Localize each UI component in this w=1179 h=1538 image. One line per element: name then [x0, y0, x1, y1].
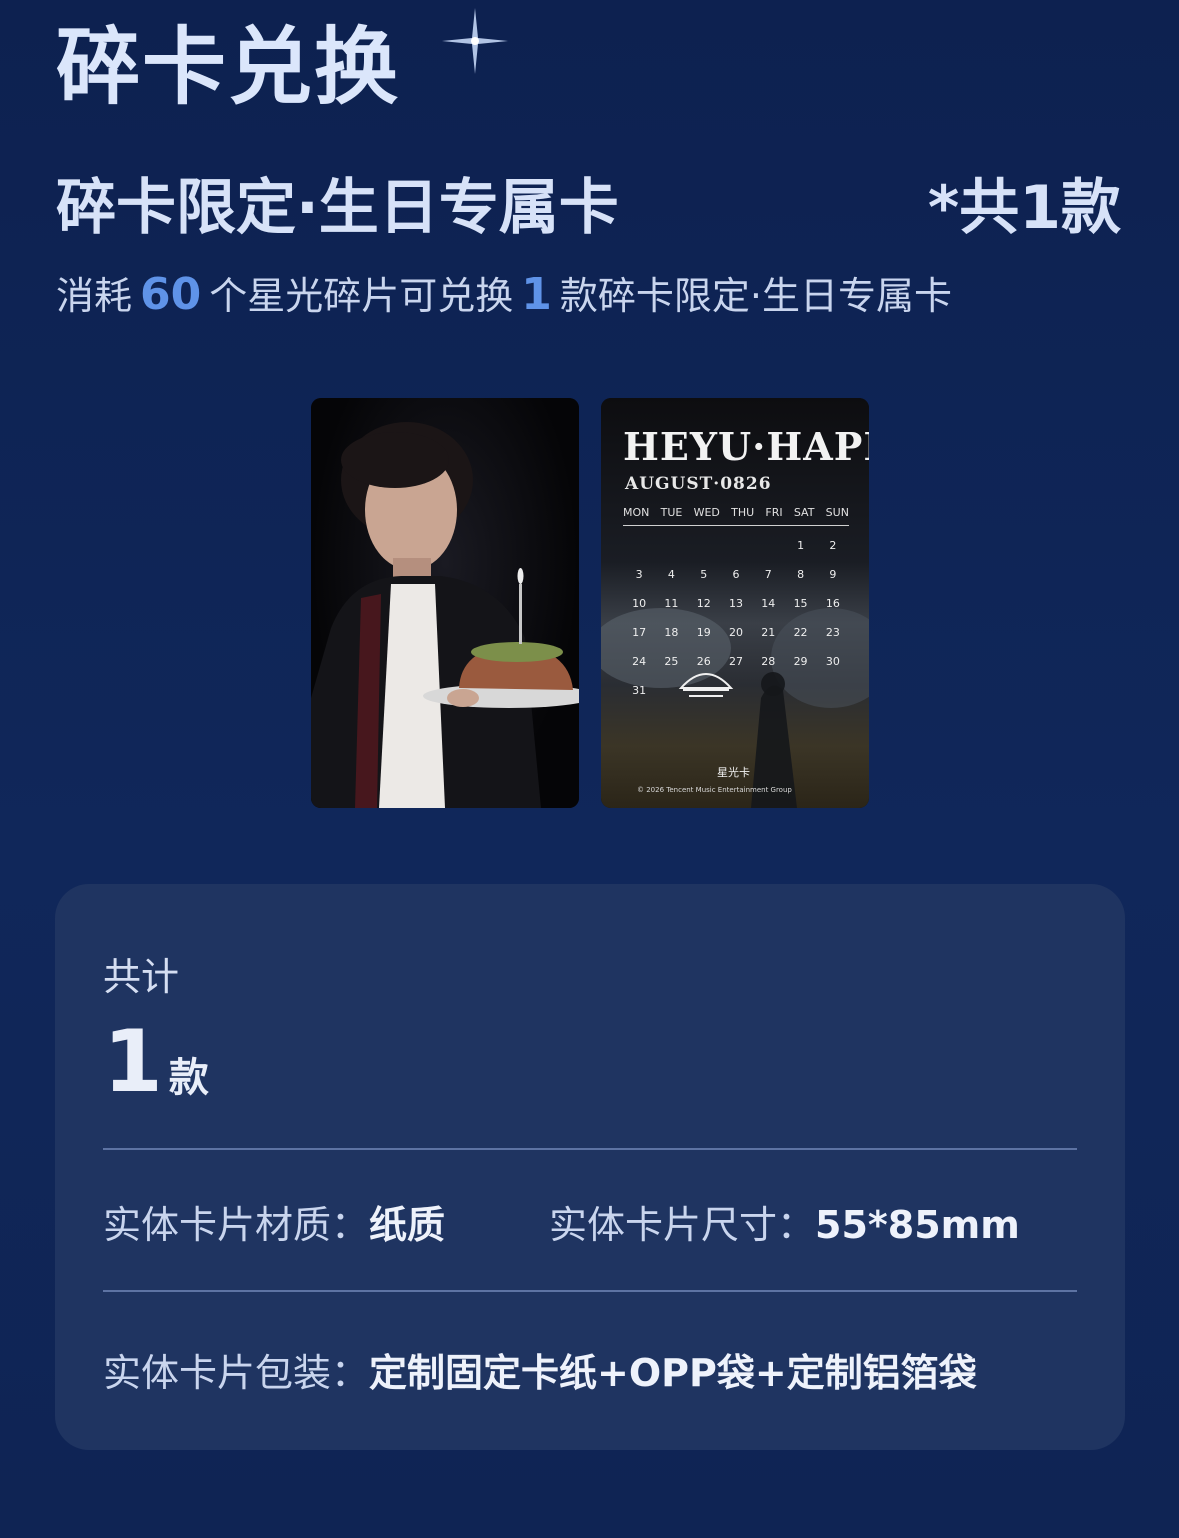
calendar-day: 6: [732, 568, 740, 581]
material-spec: 实体卡片材质：纸质: [103, 1194, 445, 1249]
card-series-title: 碎卡限定·生日专属卡: [56, 173, 619, 243]
calendar-day: 8: [797, 568, 805, 581]
size-spec: 实体卡片尺寸：55*85mm: [549, 1194, 1020, 1249]
total-unit: 款: [168, 1055, 209, 1101]
calendar-day: [623, 538, 655, 554]
desc-prefix: 消耗: [56, 274, 133, 318]
calendar-day: [752, 538, 784, 554]
calendar-day: 29: [793, 655, 808, 668]
calendar-day: 23: [825, 626, 840, 639]
calendar-day: 15: [793, 597, 808, 610]
calendar-day: 30: [825, 655, 840, 668]
size-label: 实体卡片尺寸：: [549, 1203, 816, 1247]
calendar-day: 7: [764, 568, 772, 581]
calendar-day: 10: [632, 597, 647, 610]
card-back-calendar[interactable]: HEYU·HAPPY AUGUST·0826 MON TUE WED THU F…: [601, 398, 869, 808]
calendar-day: 13: [728, 597, 743, 610]
divider: [103, 1148, 1077, 1150]
size-value: 55*85mm: [815, 1203, 1020, 1247]
calendar-day: 14: [761, 597, 776, 610]
calendar-day: 27: [728, 655, 743, 668]
calendar-day: 20: [728, 626, 743, 639]
summary-panel: 共计 1款 实体卡片材质：纸质 实体卡片尺寸：55*85mm 实体卡片包装：定制…: [55, 884, 1125, 1450]
desc-suffix: 款碎卡限定·生日专属卡: [559, 274, 952, 318]
sparkle-icon: [442, 8, 508, 74]
calendar-day: 24: [632, 655, 647, 668]
calendar-day: 4: [667, 568, 675, 581]
material-label: 实体卡片材质：: [103, 1203, 370, 1247]
calendar-day: 9: [829, 568, 837, 581]
calendar-day: [688, 538, 720, 554]
exchange-description: 消耗 60 个星光碎片可兑换 1 款碎卡限定·生日专属卡: [56, 268, 952, 323]
card-brand-label: 星光卡: [717, 766, 750, 779]
calendar-day: 21: [761, 626, 776, 639]
weekday-label: SUN: [825, 506, 849, 519]
calendar-day: 3: [635, 568, 643, 581]
portrait-image: [311, 422, 579, 808]
calendar-day: 25: [664, 655, 679, 668]
calendar-day: 28: [761, 655, 776, 668]
calendar-title: HEYU·HAPPY: [623, 424, 869, 469]
calendar-day: 1: [797, 539, 805, 552]
weekday-label: TUE: [660, 506, 683, 519]
packaging-spec: 实体卡片包装：定制固定卡纸+OPP袋+定制铝箔袋: [103, 1342, 977, 1397]
divider: [103, 1290, 1077, 1292]
calendar-weekdays: MON TUE WED THU FRI SAT SUN: [623, 506, 849, 526]
total-label: 共计: [103, 955, 180, 999]
calendar-day: 12: [696, 597, 711, 610]
weekday-label: THU: [731, 506, 755, 519]
total-count: 1款: [103, 1012, 209, 1112]
series-count-tag: *共1款: [927, 173, 1121, 243]
calendar-day: 31: [632, 684, 647, 697]
weekday-label: WED: [693, 506, 720, 519]
calendar-day: 17: [632, 626, 647, 639]
quantity-number: 1: [521, 269, 552, 320]
calendar-day: 22: [793, 626, 808, 639]
calendar-day: 16: [825, 597, 840, 610]
calendar-day: 18: [664, 626, 679, 639]
calendar-day: 2: [829, 539, 837, 552]
calendar-day: 11: [664, 597, 679, 610]
calendar-month: AUGUST·0826: [625, 474, 772, 494]
cost-number: 60: [140, 269, 202, 320]
calendar-day: [720, 538, 752, 554]
page-title: 碎卡兑换: [56, 18, 401, 116]
packaging-value: 定制固定卡纸+OPP袋+定制铝箔袋: [369, 1351, 977, 1395]
card-front-photo[interactable]: [311, 398, 579, 808]
calendar-day: [655, 538, 687, 554]
exchange-page: 碎卡兑换 碎卡限定·生日专属卡 *共1款 消耗 60 个星光碎片可兑换 1 款碎卡限定·…: [0, 0, 1179, 1538]
weekday-label: SAT: [793, 506, 815, 519]
material-value: 纸质: [369, 1203, 446, 1247]
calendar-day: 26: [696, 655, 711, 668]
card-copyright: © 2026 Tencent Music Entertainment Group: [637, 786, 792, 794]
calendar-day: 19: [696, 626, 711, 639]
total-number: 1: [103, 1012, 163, 1112]
weekday-label: FRI: [765, 506, 783, 519]
packaging-label: 实体卡片包装：: [103, 1351, 370, 1395]
calendar-day: 5: [700, 568, 708, 581]
weekday-label: MON: [623, 506, 650, 519]
calendar-day-grid: 1 2 3 4 5 6 7 8 9 10 11 12 13 14 15 16 17 18 19 20 21 22 23 24 2…: [623, 538, 849, 699]
desc-middle: 个星光碎片可兑换: [209, 274, 514, 318]
